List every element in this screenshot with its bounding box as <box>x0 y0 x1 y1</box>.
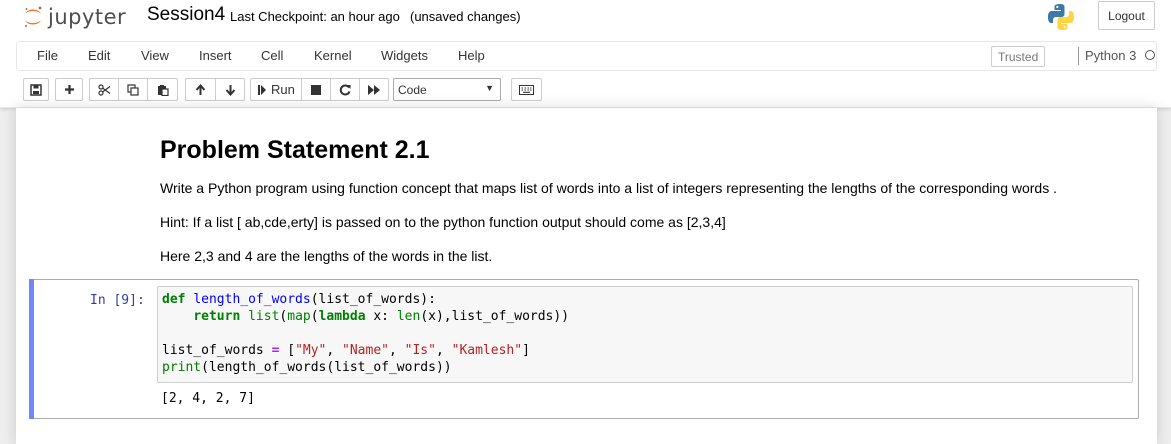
code-line: def length_of_words(list_of_words): <box>162 292 436 307</box>
autosave-status: (unsaved changes) <box>410 9 521 24</box>
keyboard-icon <box>519 84 534 95</box>
restart-icon <box>339 84 351 95</box>
menu-widgets[interactable]: Widgets <box>381 48 428 63</box>
code-line: return list(map(lambda x: len(x),list_of… <box>193 309 570 324</box>
cell-type-value: Code <box>398 82 427 97</box>
stop-icon <box>311 84 321 95</box>
menu-kernel[interactable]: Kernel <box>314 48 352 63</box>
command-palette-button[interactable] <box>511 78 542 101</box>
save-icon <box>30 83 42 96</box>
copy-button[interactable] <box>118 78 148 101</box>
copy-icon <box>127 83 139 96</box>
markdown-paragraph: Here 2,3 and 4 are the lengths of the wo… <box>160 248 493 264</box>
selected-cell-indicator <box>29 279 34 419</box>
fast-forward-icon <box>367 84 380 95</box>
menu-insert[interactable]: Insert <box>199 48 232 63</box>
menu-cell[interactable]: Cell <box>261 48 283 63</box>
menu-edit[interactable]: Edit <box>88 48 110 63</box>
kernel-name: Python 3 <box>1085 48 1137 63</box>
run-button[interactable]: Run <box>250 78 302 101</box>
plus-icon <box>64 85 74 94</box>
python-logo-icon <box>1048 4 1074 30</box>
kernel-divider <box>1078 47 1079 65</box>
paste-button[interactable] <box>147 78 178 101</box>
markdown-paragraph: Hint: If a list [ ab,cde,erty] is passed… <box>160 214 726 230</box>
save-button[interactable] <box>23 78 49 101</box>
jupyter-logo-icon <box>24 6 42 28</box>
cell-output: [2, 4, 2, 7] <box>161 391 255 406</box>
checkpoint-status: Last Checkpoint: an hour ago <box>230 9 400 24</box>
code-cell[interactable]: In [9]: def length_of_words(list_of_word… <box>29 279 1139 419</box>
notebook-container: Problem Statement 2.1 Write a Python pro… <box>16 108 1157 444</box>
trusted-indicator[interactable]: Trusted <box>991 46 1046 67</box>
cut-icon <box>97 83 110 96</box>
interrupt-button[interactable] <box>301 78 331 101</box>
menubar: File Edit View Insert Cell Kernel Widget… <box>16 41 1157 71</box>
notebook-name[interactable]: Session4 <box>147 4 225 26</box>
restart-run-all-button[interactable] <box>359 78 389 101</box>
logout-button[interactable]: Logout <box>1098 1 1155 30</box>
menu-file[interactable]: File <box>37 48 58 63</box>
paste-icon <box>157 84 169 96</box>
markdown-heading: Problem Statement 2.1 <box>160 136 430 164</box>
kernel-idle-icon <box>1145 50 1155 60</box>
cut-button[interactable] <box>89 78 119 101</box>
restart-button[interactable] <box>330 78 360 101</box>
move-down-button[interactable] <box>215 78 245 101</box>
cell-type-select[interactable]: Code ▼ <box>393 78 501 101</box>
jupyter-logo[interactable]: jupyter <box>23 4 126 30</box>
header: jupyter Session4 Last Checkpoint: an hou… <box>0 0 1171 108</box>
menu-help[interactable]: Help <box>458 48 485 63</box>
move-up-button[interactable] <box>185 78 216 101</box>
arrow-down-icon <box>225 84 235 96</box>
run-button-label: Run <box>271 82 295 97</box>
step-forward-icon <box>258 84 266 95</box>
menu-view[interactable]: View <box>141 48 169 63</box>
code-line: list_of_words = ["My", "Name", "Is", "Ka… <box>162 343 530 358</box>
jupyter-logo-text: jupyter <box>48 5 127 29</box>
chevron-down-icon: ▼ <box>485 83 494 93</box>
arrow-up-icon <box>195 83 206 95</box>
code-editor[interactable]: def length_of_words(list_of_words): retu… <box>157 286 1133 383</box>
markdown-paragraph: Write a Python program using function co… <box>160 180 1057 196</box>
code-line: print(length_of_words(list_of_words)) <box>162 360 452 375</box>
insert-cell-button[interactable] <box>55 78 83 101</box>
input-prompt: In [9]: <box>90 293 145 308</box>
